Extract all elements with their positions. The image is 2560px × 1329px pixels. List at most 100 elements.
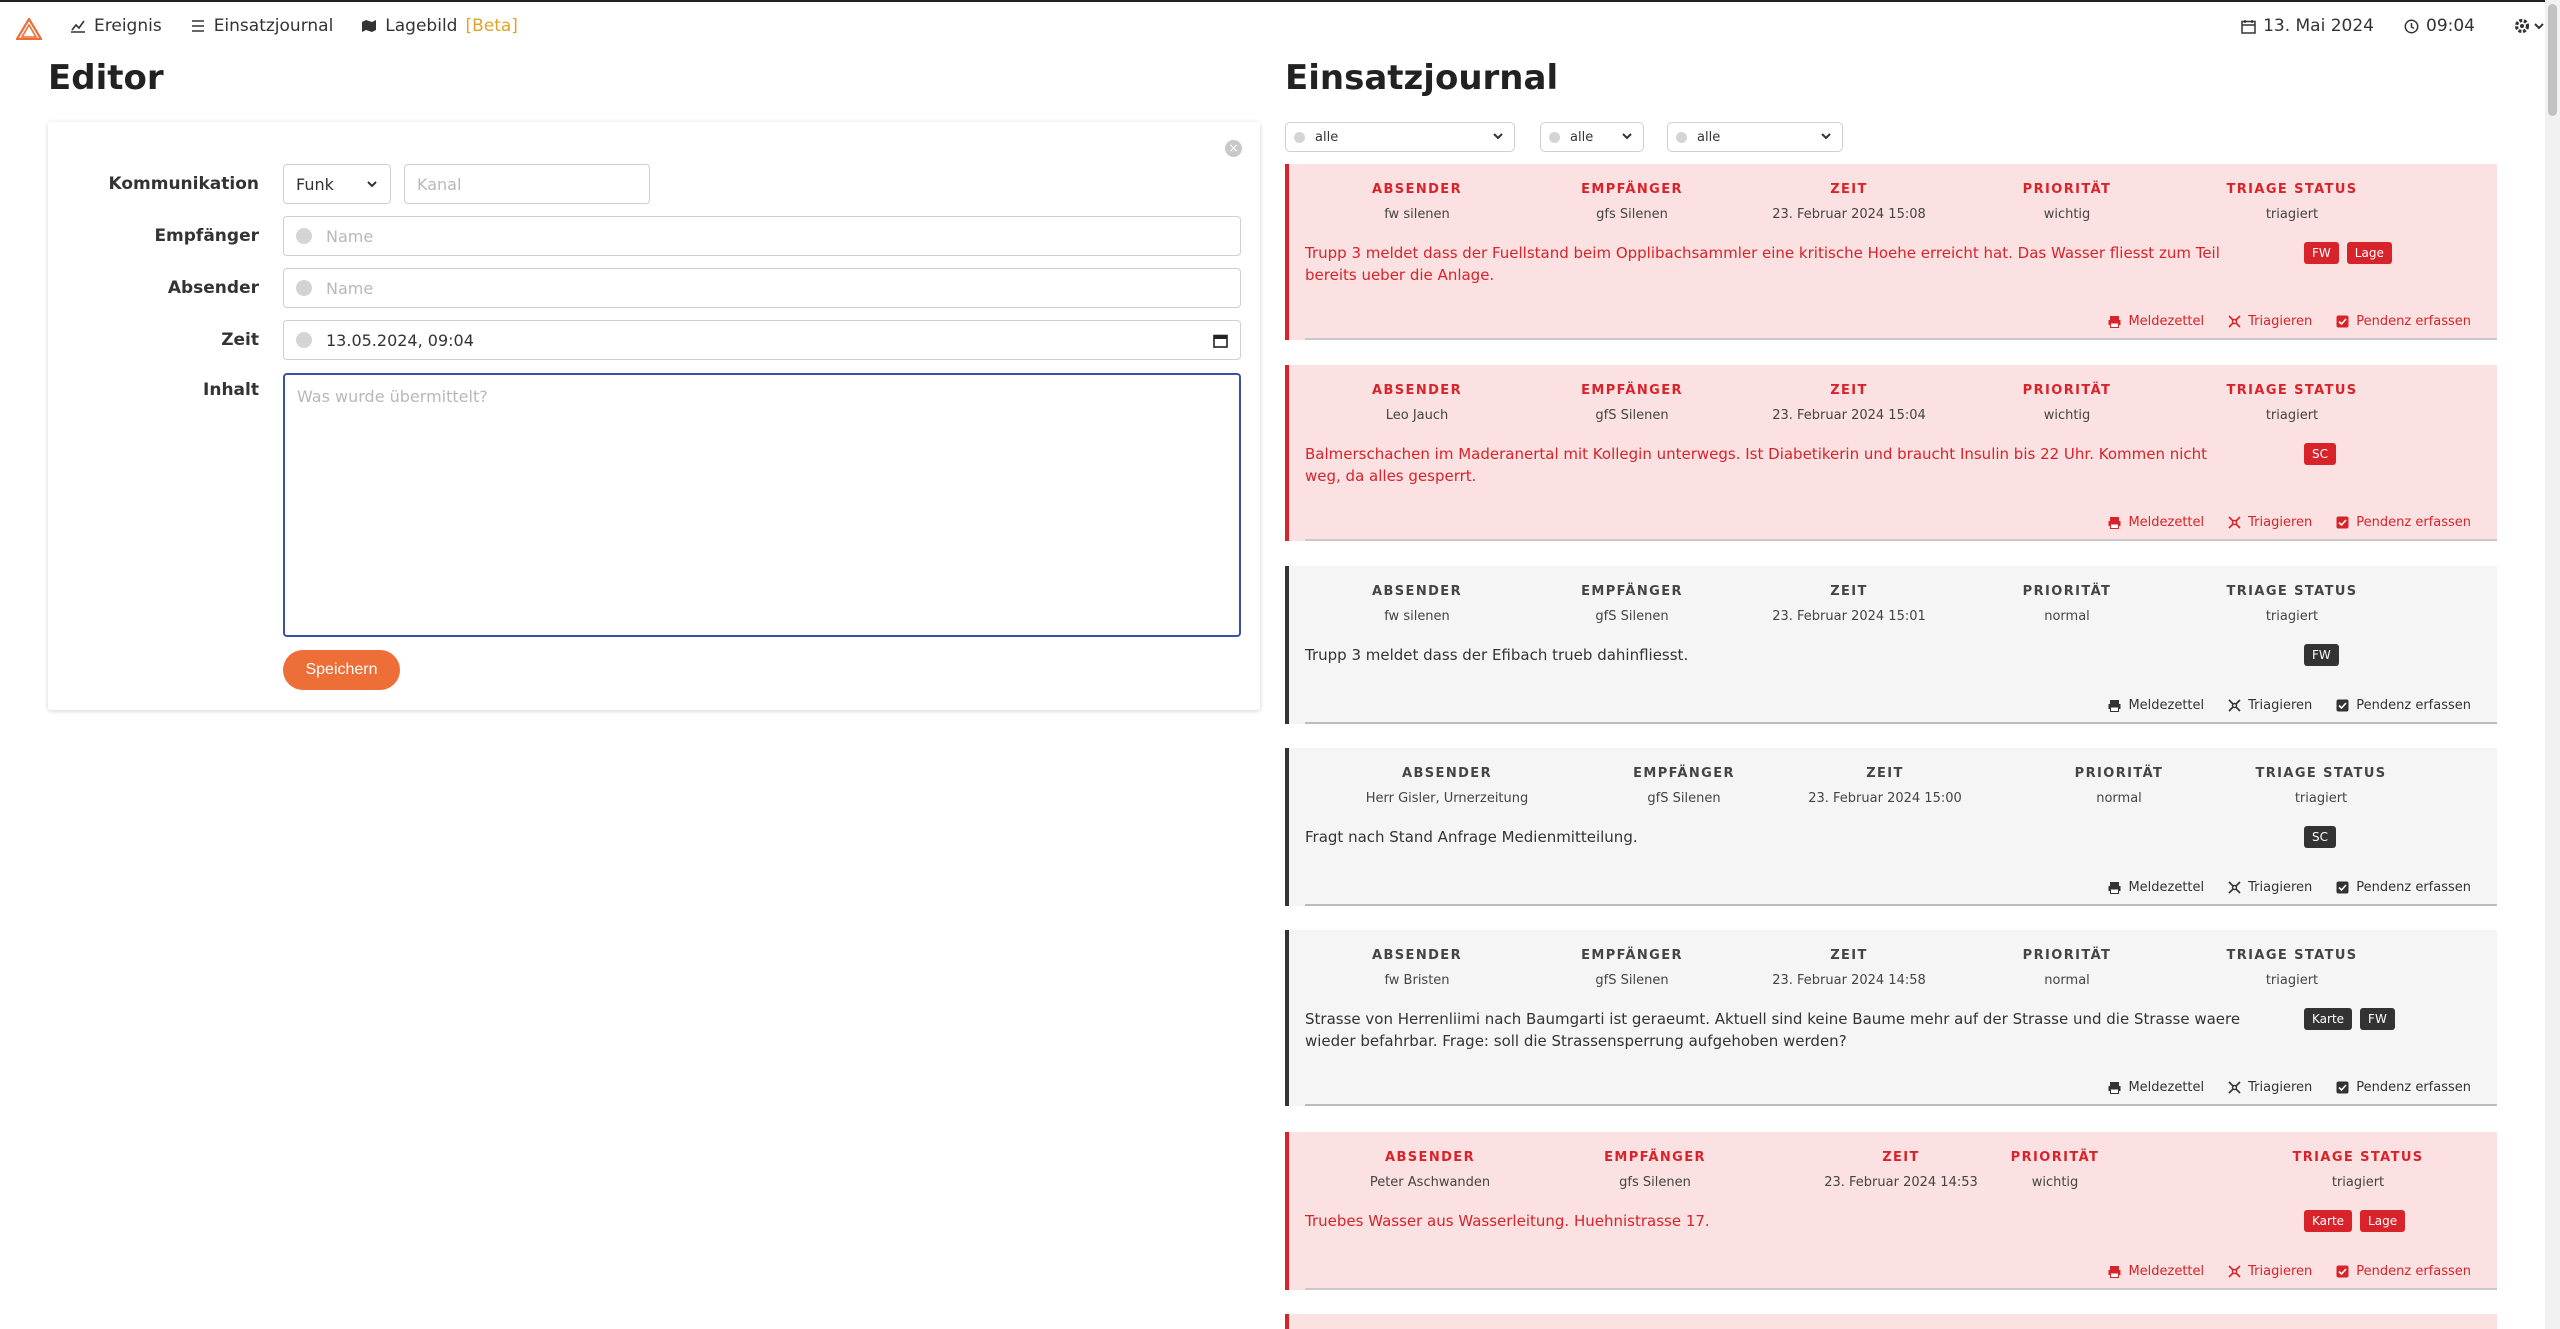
bell-icon bbox=[1549, 131, 1560, 143]
zeit-input[interactable]: 13.05.2024, 09:04 bbox=[283, 320, 1241, 360]
journal-entry-partial[interactable] bbox=[1285, 1314, 2497, 1329]
nav-item-lagebild[interactable]: Lagebild [Beta] bbox=[361, 16, 518, 36]
field-value-absender: fw Bristen bbox=[1384, 973, 1450, 988]
action-label: Meldezettel bbox=[2128, 880, 2205, 895]
field-header-zeit: ZEIT bbox=[1866, 766, 1904, 781]
action-meldezettel-button[interactable]: Meldezettel bbox=[2108, 1080, 2204, 1095]
action-meldezettel-button[interactable]: Meldezettel bbox=[2108, 698, 2204, 713]
entry-field-absender: ABSENDER Peter Aschwanden bbox=[1310, 1150, 1550, 1190]
action-meldezettel-button[interactable]: Meldezettel bbox=[2108, 880, 2204, 895]
kanal-input[interactable]: Kanal bbox=[404, 164, 650, 204]
tag-badge[interactable]: SC bbox=[2304, 443, 2336, 465]
field-value-prioritaet: normal bbox=[2044, 609, 2090, 624]
calendar-icon[interactable] bbox=[1213, 333, 1228, 348]
entry-message: Strasse von Herrenliimi nach Baumgarti i… bbox=[1305, 1010, 2241, 1050]
field-value-triage: triagiert bbox=[2331, 1175, 2385, 1190]
tag-badge[interactable]: SC bbox=[2304, 826, 2336, 848]
print-icon bbox=[2108, 1266, 2121, 1278]
chevron-down-icon bbox=[1622, 133, 1632, 140]
entry-tags: SC bbox=[2304, 443, 2336, 465]
action-triagieren-button[interactable]: Triagieren bbox=[2228, 1080, 2312, 1095]
field-header-zeit: ZEIT bbox=[1830, 383, 1868, 398]
action-pendenz-button[interactable]: Pendenz erfassen bbox=[2336, 1264, 2471, 1279]
action-triagieren-button[interactable]: Triagieren bbox=[2228, 515, 2312, 530]
filter-kommunikation-select[interactable]: alle bbox=[1285, 122, 1515, 152]
chevron-down-icon bbox=[1821, 133, 1831, 140]
nav-item-ereignis[interactable]: Ereignis bbox=[70, 16, 162, 36]
action-pendenz-button[interactable]: Pendenz erfassen bbox=[2336, 880, 2471, 895]
action-label: Triagieren bbox=[2248, 880, 2313, 895]
settings-menu-button[interactable] bbox=[2513, 17, 2545, 35]
entry-divider bbox=[1305, 1288, 2497, 1290]
print-icon bbox=[2108, 517, 2121, 529]
absender-placeholder: Name bbox=[326, 278, 374, 298]
field-header-empfaenger: EMPFÄNGER bbox=[1604, 1150, 1706, 1165]
chevron-down-icon bbox=[367, 181, 377, 188]
action-triagieren-button[interactable]: Triagieren bbox=[2228, 314, 2312, 329]
journal-entry[interactable]: ABSENDER fw silenen EMPFÄNGER gfs Silenen ZE… bbox=[1285, 164, 2497, 340]
print-icon bbox=[2108, 882, 2121, 894]
triage-icon bbox=[2228, 516, 2241, 529]
zeit-value: 13.05.2024, 09:04 bbox=[326, 330, 474, 350]
tag-badge[interactable]: FW bbox=[2360, 1008, 2395, 1030]
check-square-icon bbox=[2336, 881, 2349, 894]
save-button[interactable]: Speichern bbox=[283, 650, 400, 690]
action-label: Triagieren bbox=[2248, 1264, 2313, 1279]
editor-card: × Kommunikation Funk Kanal Empfänger Nam… bbox=[48, 122, 1260, 710]
field-header-prioritaet: PRIORITÄT bbox=[2022, 584, 2112, 599]
clock-icon bbox=[2404, 19, 2419, 33]
close-icon[interactable]: × bbox=[1225, 140, 1242, 157]
tag-badge[interactable]: FW bbox=[2304, 644, 2339, 666]
entry-tags: FW Lage bbox=[2304, 242, 2392, 264]
page-scrollbar[interactable] bbox=[2545, 0, 2560, 1329]
empfaenger-placeholder: Name bbox=[326, 226, 374, 246]
tag-badge[interactable]: FW bbox=[2304, 242, 2339, 264]
field-header-prioritaet: PRIORITÄT bbox=[2022, 182, 2112, 197]
absender-input[interactable]: Name bbox=[283, 268, 1241, 308]
filter-personen-select[interactable]: alle bbox=[1667, 122, 1843, 152]
tag-badge[interactable]: Lage bbox=[2346, 242, 2392, 264]
empfaenger-input[interactable]: Name bbox=[283, 216, 1241, 256]
entry-field-zeit: ZEIT 23. Februar 2024 14:58 bbox=[1729, 948, 1969, 988]
action-meldezettel-button[interactable]: Meldezettel bbox=[2108, 515, 2204, 530]
action-meldezettel-button[interactable]: Meldezettel bbox=[2108, 314, 2204, 329]
journal-entry[interactable]: ABSENDER Peter Aschwanden EMPFÄNGER gfs Sil… bbox=[1285, 1132, 2497, 1290]
tag-badge[interactable]: Karte bbox=[2304, 1210, 2353, 1232]
action-pendenz-button[interactable]: Pendenz erfassen bbox=[2336, 698, 2471, 713]
field-value-zeit: 23. Februar 2024 15:00 bbox=[1808, 791, 1962, 806]
entry-field-absender: ABSENDER fw silenen bbox=[1297, 584, 1537, 624]
app-logo-icon[interactable] bbox=[16, 18, 42, 40]
action-label: Pendenz erfassen bbox=[2356, 1264, 2471, 1279]
journal-entry[interactable]: ABSENDER Herr Gisler, Urnerzeitung EMPFÄNG… bbox=[1285, 748, 2497, 906]
kommunikation-select[interactable]: Funk bbox=[283, 164, 391, 204]
action-label: Pendenz erfassen bbox=[2356, 515, 2471, 530]
action-pendenz-button[interactable]: Pendenz erfassen bbox=[2336, 314, 2471, 329]
field-value-empfaenger: gfS Silenen bbox=[1595, 973, 1669, 988]
entry-field-prioritaet: PRIORITÄT normal bbox=[1947, 584, 2187, 624]
action-triagieren-button[interactable]: Triagieren bbox=[2228, 698, 2312, 713]
tag-badge[interactable]: Karte bbox=[2304, 1008, 2353, 1030]
entry-divider bbox=[1305, 722, 2497, 724]
field-header-absender: ABSENDER bbox=[1372, 182, 1462, 197]
action-triagieren-button[interactable]: Triagieren bbox=[2228, 1264, 2312, 1279]
entry-divider bbox=[1305, 539, 2497, 541]
filter-prioritaet-select[interactable]: alle bbox=[1540, 122, 1644, 152]
action-meldezettel-button[interactable]: Meldezettel bbox=[2108, 1264, 2204, 1279]
action-triagieren-button[interactable]: Triagieren bbox=[2228, 880, 2312, 895]
action-label: Pendenz erfassen bbox=[2356, 314, 2471, 329]
entry-field-triage: TRIAGE STATUS triagiert bbox=[2201, 766, 2441, 806]
nav-item-einsatzjournal[interactable]: Einsatzjournal bbox=[190, 16, 333, 36]
field-header-triage: TRIAGE STATUS bbox=[2226, 948, 2358, 963]
nav-label-ereignis: Ereignis bbox=[94, 16, 162, 36]
tag-badge[interactable]: Lage bbox=[2360, 1210, 2406, 1232]
field-header-absender: ABSENDER bbox=[1385, 1150, 1475, 1165]
triage-icon bbox=[2228, 881, 2241, 894]
journal-entry[interactable]: ABSENDER fw Bristen EMPFÄNGER gfS Silenen ZE… bbox=[1285, 930, 2497, 1106]
action-pendenz-button[interactable]: Pendenz erfassen bbox=[2336, 1080, 2471, 1095]
action-pendenz-button[interactable]: Pendenz erfassen bbox=[2336, 515, 2471, 530]
journal-entry[interactable]: ABSENDER Leo Jauch EMPFÄNGER gfS Silenen ZEI… bbox=[1285, 365, 2497, 541]
inhalt-textarea[interactable]: Was wurde übermittelt? bbox=[283, 373, 1241, 637]
journal-entry[interactable]: ABSENDER fw silenen EMPFÄNGER gfS Silenen ZE… bbox=[1285, 566, 2497, 724]
scrollbar-thumb[interactable] bbox=[2548, 4, 2557, 116]
field-value-empfaenger: gfs Silenen bbox=[1619, 1175, 1691, 1190]
